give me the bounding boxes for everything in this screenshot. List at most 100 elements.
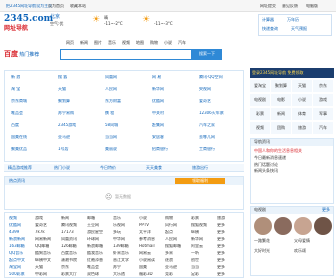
tab-images[interactable]: 图片 — [94, 40, 102, 46]
site-link[interactable]: 聚划算 — [58, 99, 70, 104]
category-link[interactable]: 更多 — [217, 230, 225, 235]
site-link[interactable]: 亚马逊 — [58, 135, 70, 140]
category-link[interactable]: 太平洋 — [139, 230, 151, 235]
tool-link[interactable]: 计算器 — [262, 17, 274, 23]
site-link[interactable]: 央视网 — [199, 87, 211, 92]
category-label[interactable]: 淘宝网 — [9, 265, 21, 270]
submit-site-link[interactable]: 网址提交 — [260, 4, 276, 9]
site-link[interactable]: 美丽说 — [105, 147, 117, 152]
hot-link-1[interactable]: 精品游戏推荐 — [8, 165, 32, 171]
category-label[interactable]: 视频 — [9, 216, 17, 221]
category-label[interactable]: QQ音乐 — [9, 251, 23, 256]
promo-button[interactable]: 领取福利 — [175, 178, 225, 184]
app-tile[interactable]: 电影 — [271, 94, 291, 106]
category-link[interactable]: 凤凰资讯 — [61, 237, 77, 242]
category-link[interactable]: 音乐 — [113, 216, 121, 221]
site-link[interactable]: 聚美优品 — [11, 147, 27, 152]
news-item-2[interactable]: 今日最新消息速递 — [254, 155, 330, 161]
category-link[interactable]: QQ邮箱 — [35, 244, 49, 249]
site-link[interactable]: 去哪儿网 — [199, 135, 215, 140]
category-link[interactable]: 搜狐邮箱 — [165, 244, 181, 249]
category-link[interactable]: 亚马逊 — [165, 265, 177, 270]
category-link[interactable]: 纵横 — [191, 230, 199, 235]
category-link[interactable]: 百度音乐 — [61, 251, 77, 256]
category-link[interactable]: 纵横中文 — [35, 258, 51, 263]
app-tile[interactable]: 汽车 — [313, 122, 333, 134]
category-label[interactable]: 4399 — [9, 230, 19, 235]
app-tile[interactable]: 天猫 — [292, 80, 312, 92]
category-link[interactable]: 更多 — [217, 251, 225, 256]
tab-map[interactable]: 地图 — [136, 40, 144, 46]
category-link[interactable]: 更多 — [217, 265, 225, 270]
category-link[interactable]: 一听 — [191, 251, 199, 256]
category-link[interactable]: 多米 — [165, 251, 173, 256]
site-link[interactable]: 苏宁易购 — [58, 111, 74, 116]
category-link[interactable]: 双色球 — [87, 272, 99, 277]
category-link[interactable]: 红袖添香 — [87, 258, 103, 263]
category-link[interactable]: 新闻 — [61, 216, 69, 221]
app-tile[interactable]: 军事 — [313, 108, 333, 120]
app-tile[interactable]: 京东 — [313, 80, 333, 92]
site-link[interactable]: 安居客 — [152, 135, 164, 140]
site-link[interactable]: 百度 — [11, 123, 19, 128]
hot-link-5[interactable]: 旅游出行 — [192, 165, 208, 171]
category-link[interactable]: 土豆网 — [87, 223, 99, 228]
category-link[interactable]: 新华网 — [191, 237, 203, 242]
category-link[interactable]: 小说 — [139, 216, 147, 221]
app-tile[interactable]: 团购 — [271, 122, 291, 134]
category-link[interactable]: 天猫 — [35, 265, 43, 270]
category-link[interactable]: 7k7k — [35, 230, 45, 235]
login-bar[interactable]: 登录2345网址导航 免费领取 — [250, 68, 334, 78]
tv-more-link[interactable]: 更多 — [322, 207, 330, 213]
hot-link-3[interactable]: 今日特价 — [100, 165, 116, 171]
category-link[interactable]: 更多 — [217, 258, 225, 263]
site-link[interactable]: 新 浪 — [11, 75, 20, 80]
tv-thumbnail-4[interactable] — [314, 217, 332, 235]
site-link[interactable]: 东方财富 — [105, 99, 121, 104]
app-tile[interactable]: 聚划算 — [271, 80, 291, 92]
site-link[interactable]: 优酷网 — [152, 99, 164, 104]
category-link[interactable]: 人民网 — [165, 237, 177, 242]
feedback-link[interactable]: 意见反馈 — [282, 4, 298, 9]
tv-thumbnail-2[interactable] — [274, 217, 292, 235]
site-link[interactable]: 国美在线 — [11, 135, 27, 140]
tab-novel[interactable]: 小说 — [164, 40, 172, 46]
hot-link-4[interactable]: 天天美食 — [146, 165, 162, 171]
site-link[interactable]: 12306火车票 — [199, 111, 224, 116]
category-link[interactable]: 更多 — [217, 244, 225, 249]
tv-item-2[interactable]: 父母爱情 — [294, 238, 310, 244]
category-link[interactable]: 创世 — [191, 258, 199, 263]
category-link[interactable]: 足彩 — [191, 272, 199, 277]
category-link[interactable]: 搜狐视频 — [191, 223, 207, 228]
category-link[interactable]: 网易新闻 — [35, 237, 51, 242]
category-link[interactable]: 多玩 — [113, 230, 121, 235]
category-link[interactable]: 爱奇艺 — [35, 223, 47, 228]
tv-item-3[interactable]: 大好时光 — [254, 248, 270, 254]
site-link[interactable]: 唯品会 — [11, 111, 23, 116]
site-link[interactable]: 招商银行 — [152, 147, 168, 152]
site-link[interactable]: 新华网 — [152, 87, 164, 92]
tab-shopping[interactable]: 购物 — [150, 40, 158, 46]
site-link[interactable]: 1号店 — [58, 147, 69, 152]
category-link[interactable]: 酷我音乐 — [87, 251, 103, 256]
site-link[interactable]: 天猫 — [58, 87, 66, 92]
category-link[interactable]: 环球网 — [87, 237, 99, 242]
category-link[interactable]: 潇湘书院 — [61, 258, 77, 263]
category-link[interactable]: 邮箱 — [87, 216, 95, 221]
weather-widget[interactable]: 北京 空气:优 — [50, 14, 84, 36]
category-link[interactable]: 中华网 — [113, 237, 125, 242]
category-link[interactable]: PPTV — [139, 223, 149, 228]
app-tile[interactable]: 彩票 — [250, 108, 270, 120]
app-tile[interactable]: 体育 — [292, 108, 312, 120]
category-link[interactable]: 腾讯视频 — [61, 223, 77, 228]
app-tile[interactable]: 旅游 — [292, 122, 312, 134]
category-link[interactable]: 苏宁 — [113, 265, 121, 270]
category-link[interactable]: 旅游 — [217, 216, 225, 221]
desktop-version-link[interactable]: 电脑版 — [306, 4, 318, 9]
category-link[interactable]: 逐浪 — [165, 258, 173, 263]
site-link[interactable]: 工商银行 — [199, 147, 215, 152]
category-link[interactable]: 参考消息 — [139, 237, 155, 242]
category-link[interactable]: 游戏 — [35, 216, 43, 221]
category-link[interactable]: 虾米音乐 — [113, 251, 129, 256]
category-link[interactable]: 17173 — [61, 230, 74, 235]
